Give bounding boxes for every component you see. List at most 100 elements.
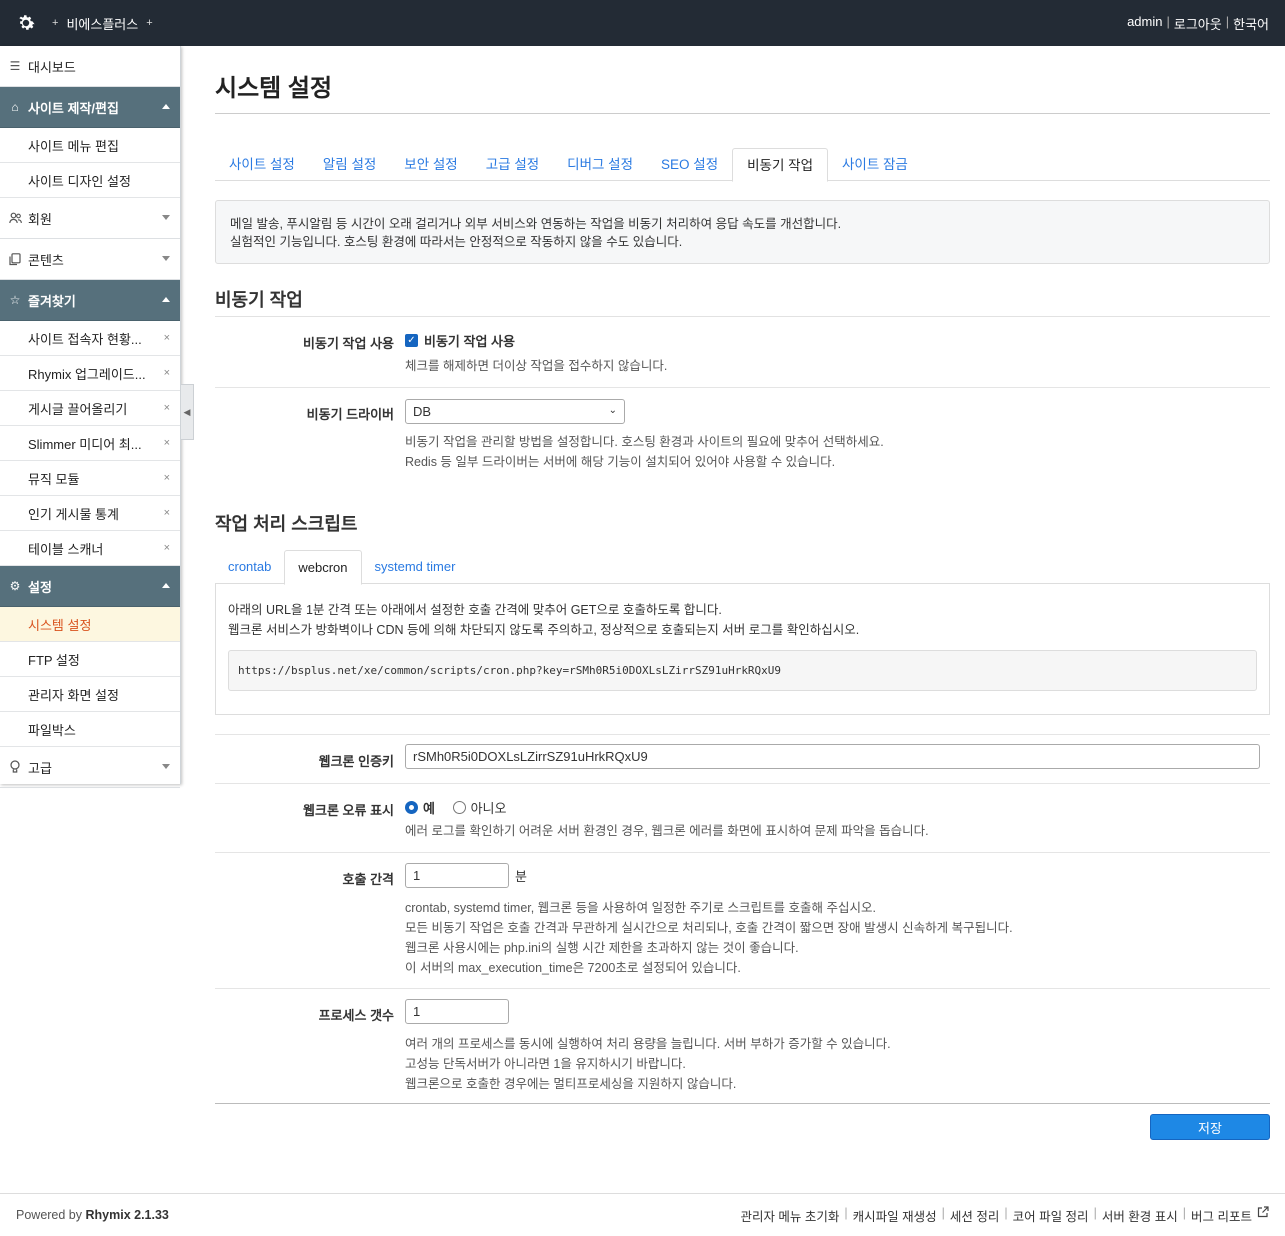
brand-link[interactable]: Rhymix 2.1.33 bbox=[86, 1208, 169, 1222]
radio-no[interactable]: 아니오 bbox=[452, 798, 506, 817]
async-use-checkbox[interactable]: ✓ 비동기 작업 사용 bbox=[405, 331, 1270, 350]
sidebar-item-site-menu-edit[interactable]: 사이트 메뉴 편집 bbox=[0, 128, 180, 163]
sidebar-group-label: 사이트 제작/편집 bbox=[28, 100, 119, 116]
radio-unselected-icon bbox=[452, 801, 466, 814]
remove-favorite-icon[interactable]: × bbox=[164, 472, 170, 484]
tab-security-settings[interactable]: 보안 설정 bbox=[390, 148, 471, 181]
interval-unit: 분 bbox=[515, 869, 527, 884]
tab-notification-settings[interactable]: 알림 설정 bbox=[309, 148, 390, 181]
form-row-async-use: 비동기 작업 사용 ✓ 비동기 작업 사용 체크를 해제하면 더이상 작업을 접… bbox=[215, 317, 1270, 388]
webcron-key-input[interactable]: rSMh0R5i0DOXLsLZirrSZ91uHrkRQxU9 bbox=[405, 744, 1260, 769]
tab-advanced-settings[interactable]: 고급 설정 bbox=[472, 148, 553, 181]
sidebar-item-advanced[interactable]: 고급 bbox=[0, 747, 180, 788]
sidebar-item-label: 시스템 설정 bbox=[28, 617, 92, 633]
sidebar-item-dashboard[interactable]: ☰ 대시보드 bbox=[0, 46, 180, 87]
tab-debug-settings[interactable]: 디버그 설정 bbox=[553, 148, 647, 181]
tab-systemd-timer[interactable]: systemd timer bbox=[362, 550, 469, 583]
tab-crontab[interactable]: crontab bbox=[215, 550, 284, 583]
caret-up-icon bbox=[162, 104, 170, 109]
favorite-item[interactable]: Slimmer 미디어 최... × bbox=[0, 426, 180, 461]
footer: Powered by Rhymix 2.1.33 관리자 메뉴 초기화 | 캐시… bbox=[0, 1193, 1285, 1236]
sidebar-group-site[interactable]: ⌂ 사이트 제작/편집 bbox=[0, 87, 180, 128]
footer-link-server-env[interactable]: 서버 환경 표시 bbox=[1102, 1206, 1178, 1225]
remove-favorite-icon[interactable]: × bbox=[164, 507, 170, 519]
interval-input[interactable]: 1 bbox=[405, 863, 509, 888]
top-header: + 비에스플러스 + admin | 로그아웃 | 한국어 bbox=[0, 0, 1285, 46]
users-icon bbox=[8, 211, 22, 225]
field-label: 프로세스 갯수 bbox=[318, 1008, 394, 1023]
sidebar-item-members[interactable]: 회원 bbox=[0, 198, 180, 239]
remove-favorite-icon[interactable]: × bbox=[164, 332, 170, 344]
sidebar-item-label: 고급 bbox=[28, 760, 52, 776]
remove-favorite-icon[interactable]: × bbox=[164, 542, 170, 554]
user-link[interactable]: admin bbox=[1127, 14, 1162, 33]
favorite-item[interactable]: 게시글 끌어올리기 × bbox=[0, 391, 180, 426]
sidebar-item-contents[interactable]: 콘텐츠 bbox=[0, 239, 180, 280]
sidebar-item-ftp-settings[interactable]: FTP 설정 bbox=[0, 642, 180, 677]
separator: | bbox=[1166, 13, 1170, 29]
footer-link-regen-cache[interactable]: 캐시파일 재생성 bbox=[853, 1206, 937, 1225]
favorite-label: 사이트 접속자 현황... bbox=[28, 331, 142, 347]
separator: | bbox=[1225, 13, 1230, 29]
separator: | bbox=[844, 1205, 848, 1220]
check-icon: ✓ bbox=[405, 334, 418, 347]
favorite-item[interactable]: 테이블 스캐너 × bbox=[0, 531, 180, 566]
favorite-item[interactable]: 뮤직 모듈 × bbox=[0, 461, 180, 496]
sidebar-item-site-design[interactable]: 사이트 디자인 설정 bbox=[0, 163, 180, 198]
panel-text: 웹크론 서비스가 방화벽이나 CDN 등에 의해 차단되지 않도록 주의하고, … bbox=[228, 623, 860, 637]
help-text: 여러 개의 프로세스를 동시에 실행하여 처리 용량을 늘립니다. 서버 부하가… bbox=[405, 1037, 891, 1051]
sidebar-item-filebox[interactable]: 파일박스 bbox=[0, 712, 180, 747]
main-content: 시스템 설정 사이트 설정 알림 설정 보안 설정 고급 설정 디버그 설정 S… bbox=[215, 46, 1270, 1144]
field-label: 비동기 드라이버 bbox=[306, 407, 394, 422]
help-text: 체크를 해제하면 더이상 작업을 접수하지 않습니다. bbox=[405, 359, 668, 373]
footer-link-clear-sessions[interactable]: 세션 정리 bbox=[950, 1206, 999, 1225]
separator: | bbox=[1182, 1205, 1187, 1220]
tab-site-lock[interactable]: 사이트 잠금 bbox=[828, 148, 922, 181]
tab-async-tasks[interactable]: 비동기 작업 bbox=[732, 148, 828, 182]
help-text: 모든 비동기 작업은 호출 간격과 무관하게 실시간으로 처리되나, 호출 간격… bbox=[405, 921, 1013, 935]
driver-select[interactable]: DB ⌄ bbox=[405, 399, 625, 424]
favorite-item[interactable]: Rhymix 업그레이드... × bbox=[0, 356, 180, 391]
help-text: 이 서버의 max_execution_time은 7200초로 설정되어 있습… bbox=[405, 961, 741, 975]
page-title: 시스템 설정 bbox=[215, 46, 1270, 114]
favorite-label: Slimmer 미디어 최... bbox=[28, 436, 142, 452]
logout-link[interactable]: 로그아웃 bbox=[1174, 14, 1222, 33]
add-site-icon[interactable]: + bbox=[146, 17, 152, 29]
help-text: 웹크론으로 호출한 경우에는 멀티프로세싱을 지원하지 않습니다. bbox=[405, 1077, 737, 1091]
caret-up-icon bbox=[162, 583, 170, 588]
radio-yes[interactable]: 예 bbox=[405, 798, 435, 817]
favorite-item[interactable]: 인기 게시물 통계 × bbox=[0, 496, 180, 531]
field-label: 웹크론 인증키 bbox=[318, 754, 394, 769]
tab-webcron[interactable]: webcron bbox=[284, 550, 362, 585]
caret-up-icon bbox=[162, 297, 170, 302]
sidebar-group-settings[interactable]: ⚙ 설정 bbox=[0, 566, 180, 607]
remove-favorite-icon[interactable]: × bbox=[164, 367, 170, 379]
sidebar-group-favorites[interactable]: ☆ 즐겨찾기 bbox=[0, 280, 180, 321]
sidebar-group-label: 즐겨찾기 bbox=[28, 293, 76, 309]
form-row-interval: 호출 간격 1 분 crontab, systemd timer, 웹크론 등을… bbox=[215, 853, 1270, 989]
favorite-item[interactable]: 사이트 접속자 현황... × bbox=[0, 321, 180, 356]
save-button[interactable]: 저장 bbox=[1150, 1114, 1270, 1140]
footer-link-bug-report[interactable]: 버그 리포트 bbox=[1191, 1206, 1252, 1225]
sidebar-item-label: 관리자 화면 설정 bbox=[28, 687, 119, 703]
powered-by: Powered by Rhymix 2.1.33 bbox=[16, 1208, 169, 1222]
sidebar-collapse-handle[interactable]: ◀ bbox=[181, 384, 194, 440]
tab-site-settings[interactable]: 사이트 설정 bbox=[215, 148, 309, 181]
footer-link-reset-menu[interactable]: 관리자 메뉴 초기화 bbox=[740, 1206, 839, 1225]
remove-favorite-icon[interactable]: × bbox=[164, 402, 170, 414]
footer-link-clean-core[interactable]: 코어 파일 정리 bbox=[1013, 1206, 1089, 1225]
sidebar-item-label: FTP 설정 bbox=[28, 652, 80, 668]
gear-icon[interactable] bbox=[0, 0, 52, 46]
radio-label: 예 bbox=[423, 801, 435, 816]
sidebar-item-system-settings[interactable]: 시스템 설정 bbox=[0, 607, 180, 642]
cron-url-code[interactable]: https://bsplus.net/xe/common/scripts/cro… bbox=[228, 650, 1257, 691]
language-link[interactable]: 한국어 bbox=[1233, 14, 1269, 33]
sidebar-item-admin-ui-settings[interactable]: 관리자 화면 설정 bbox=[0, 677, 180, 712]
process-count-input[interactable]: 1 bbox=[405, 999, 509, 1024]
section-title-async: 비동기 작업 bbox=[215, 286, 1270, 317]
tab-seo-settings[interactable]: SEO 설정 bbox=[647, 148, 732, 181]
site-switcher[interactable]: + 비에스플러스 + bbox=[52, 14, 153, 33]
remove-favorite-icon[interactable]: × bbox=[164, 437, 170, 449]
settings-tabs: 사이트 설정 알림 설정 보안 설정 고급 설정 디버그 설정 SEO 설정 비… bbox=[215, 148, 1270, 182]
site-name[interactable]: 비에스플러스 bbox=[66, 14, 138, 33]
